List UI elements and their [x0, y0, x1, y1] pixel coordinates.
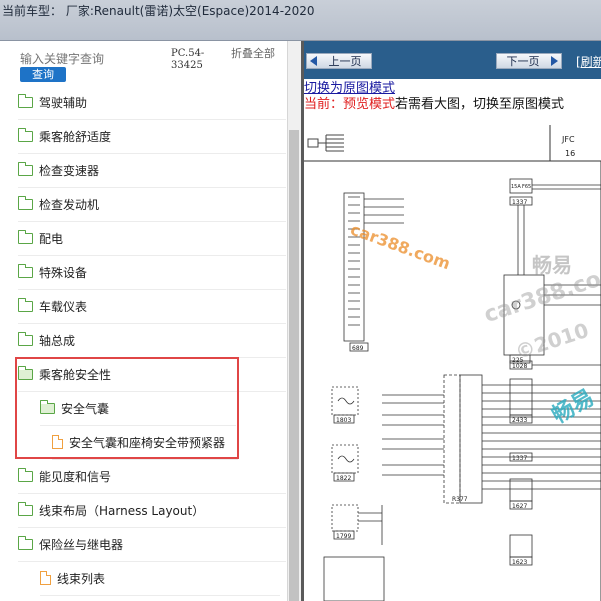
prev-page-button[interactable]: 上一页: [306, 53, 372, 69]
tree-item-cabin-comfort[interactable]: 乘客舱舒适度: [18, 119, 286, 154]
collapse-all-button[interactable]: 折叠全部: [231, 48, 275, 59]
arrow-left-icon: [310, 56, 317, 66]
tree-item-visibility[interactable]: 能见度和信号: [18, 459, 286, 494]
label-1803: 1803: [336, 417, 351, 424]
sidebar: 查询 PC.54-33425 折叠全部 驾驶辅助 乘客舱舒适度 检查变速器 检查…: [0, 41, 286, 601]
label-1623: 1623: [512, 559, 527, 566]
header-code: JFC: [561, 135, 575, 144]
tree-item-label: 能见度和信号: [39, 469, 112, 484]
selection-highlight-box: [15, 357, 239, 459]
folder-icon: [18, 467, 33, 482]
watermark-changyi-gray: 畅易: [532, 253, 572, 277]
label-15a: 15A: [511, 184, 521, 190]
tree-item-label: 驾驶辅助: [39, 95, 88, 110]
next-page-label: 下一页: [506, 55, 540, 68]
folder-icon: [18, 195, 33, 210]
folder-icon: [18, 161, 33, 176]
status-hint: 若需看大图，切换至原图模式: [395, 97, 565, 112]
tree-item-label: 轴总成: [39, 333, 76, 348]
tree-item-driving-assist[interactable]: 驾驶辅助: [18, 85, 286, 120]
label-689: 689: [352, 345, 364, 352]
label-1799: 1799: [336, 533, 351, 540]
refresh-link[interactable]: [刷新: [576, 53, 601, 70]
label-2433: 2433: [512, 417, 527, 424]
label-1822: 1822: [336, 475, 351, 482]
tree-item-label: 车载仪表: [39, 299, 88, 314]
tree-item-instruments[interactable]: 车载仪表: [18, 289, 286, 324]
tree-item-transmission[interactable]: 检查变速器: [18, 153, 286, 188]
tree-item-label: 检查变速器: [39, 163, 100, 178]
part-number: PC.54-33425: [171, 48, 205, 71]
diagram-viewer: 上一页 下一页 [刷新 切换为原图模式 当前：预览模式若需看大图，切换至原图模式…: [304, 41, 601, 601]
search-input[interactable]: [20, 51, 168, 67]
folder-icon: [18, 127, 33, 142]
tree-item-label: 线束布局（Harness Layout）: [39, 503, 205, 518]
tree-item-power-distribution[interactable]: 配电: [18, 221, 286, 256]
label-1337-bottom: 1337: [512, 455, 527, 462]
folder-icon: [18, 331, 33, 346]
label-1337-top: 1337: [512, 199, 527, 206]
viewer-toolbar: 上一页 下一页 [刷新: [304, 41, 601, 79]
tree-item-label: 线束列表: [57, 571, 106, 586]
tree-item-label: 检查发动机: [39, 197, 100, 212]
search-row: 查询 PC.54-33425 折叠全部: [0, 41, 286, 87]
label-f65: F65: [522, 184, 531, 190]
status-mode: 预览模式: [343, 97, 396, 112]
prev-page-label: 上一页: [328, 55, 362, 68]
vehicle-title: 当前车型： 厂家:Renault(雷诺)太空(Espace)2014-2020: [2, 4, 315, 18]
tree-item-harness-layout[interactable]: 线束布局（Harness Layout）: [18, 493, 286, 528]
file-icon: [40, 571, 51, 585]
tree-item-label: 乘客舱舒适度: [39, 129, 112, 144]
tree-item-harness-list[interactable]: 线束列表: [40, 561, 280, 596]
tree-item-label: 特殊设备: [39, 265, 88, 280]
header-num: 16: [565, 149, 575, 158]
status-prefix: 当前：: [304, 97, 344, 112]
tree-item-special-equipment[interactable]: 特殊设备: [18, 255, 286, 290]
folder-icon: [18, 501, 33, 516]
view-mode-status: 当前：预览模式若需看大图，切换至原图模式: [304, 93, 564, 112]
sidebar-scroll-thumb[interactable]: [289, 130, 299, 601]
folder-icon: [18, 535, 33, 550]
folder-icon: [18, 229, 33, 244]
tree-item-fuses-relays[interactable]: 保险丝与继电器: [18, 527, 286, 562]
title-bar: 当前车型： 厂家:Renault(雷诺)太空(Espace)2014-2020: [0, 0, 601, 41]
next-page-button[interactable]: 下一页: [496, 53, 562, 69]
folder-icon: [18, 93, 33, 108]
wiring-diagram[interactable]: JFC 16 689 15A F65 1337 225 R377 1803 18…: [304, 125, 601, 601]
tree-item-label: 保险丝与继电器: [39, 537, 124, 552]
folder-icon: [18, 263, 33, 278]
label-1627: 1627: [512, 503, 527, 510]
search-button[interactable]: 查询: [20, 67, 66, 82]
tree-item-axle[interactable]: 轴总成: [18, 323, 286, 358]
label-r377: R377: [452, 496, 468, 503]
tree-item-label: 配电: [39, 231, 64, 246]
tree-item-engine[interactable]: 检查发动机: [18, 187, 286, 222]
arrow-right-icon: [551, 56, 558, 66]
folder-icon: [18, 297, 33, 312]
